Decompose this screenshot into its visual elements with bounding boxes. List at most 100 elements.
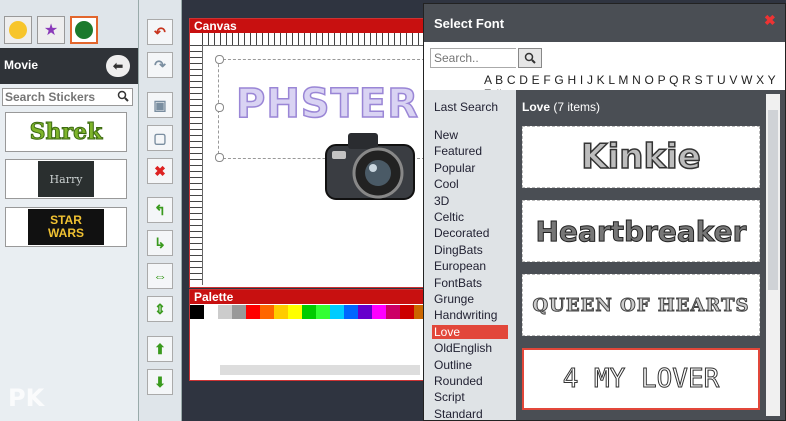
- font-search: [430, 48, 517, 68]
- resize-handle[interactable]: [215, 153, 224, 162]
- font-category-fontbats[interactable]: FontBats: [434, 276, 482, 290]
- sticker-shrek[interactable]: Shrek: [5, 112, 127, 152]
- color-swatch[interactable]: [344, 305, 358, 319]
- sticker-harry[interactable]: Harry: [5, 159, 127, 199]
- font-category-cool[interactable]: Cool: [434, 177, 459, 191]
- color-swatch[interactable]: [218, 305, 232, 319]
- last-search-link[interactable]: Last Search: [434, 100, 498, 114]
- font-category-european[interactable]: European: [434, 259, 486, 273]
- font-preview: 4 MY LOVER: [562, 364, 720, 395]
- close-icon[interactable]: ✖: [764, 12, 776, 29]
- font-category-grunge[interactable]: Grunge: [434, 292, 474, 306]
- rotate-left-button[interactable]: ↰: [147, 197, 173, 223]
- smiley-icon: [9, 21, 27, 39]
- color-swatch[interactable]: [288, 305, 302, 319]
- font-list-pane: Love (7 items) Kinkie Heartbreaker QUEEN…: [518, 90, 785, 420]
- font-category-dingbats[interactable]: DingBats: [434, 243, 483, 257]
- move-up-button[interactable]: ⬆: [147, 336, 173, 362]
- font-category-new[interactable]: New: [434, 128, 458, 142]
- canvas-title: Canvas: [194, 19, 237, 33]
- rotate-left-icon: ↰: [154, 201, 166, 218]
- color-swatch[interactable]: [190, 305, 204, 319]
- font-list-title: Love: [522, 100, 551, 114]
- font-card-queen-of-hearts[interactable]: QUEEN OF HEARTS: [522, 274, 760, 336]
- search-icon: [524, 52, 536, 64]
- font-preview: QUEEN OF HEARTS: [532, 294, 750, 316]
- color-swatch[interactable]: [386, 305, 400, 319]
- font-category-list: Last Search New Featured Popular Cool 3D Celt…: [424, 90, 516, 421]
- palette-window: Palette: [189, 289, 470, 381]
- font-card-kinkie[interactable]: Kinkie: [522, 126, 760, 188]
- delete-button[interactable]: ✖: [147, 158, 173, 184]
- font-search-button[interactable]: [518, 48, 542, 68]
- font-category-standard[interactable]: Standard: [434, 407, 483, 421]
- redo-button[interactable]: ↷: [147, 52, 173, 78]
- resize-handle[interactable]: [215, 103, 224, 112]
- color-swatch[interactable]: [316, 305, 330, 319]
- font-category-decorated[interactable]: Decorated: [434, 226, 489, 240]
- tab-star[interactable]: ★: [37, 16, 65, 44]
- horizontal-ruler: [202, 33, 428, 46]
- flip-horizontal-button[interactable]: ⇔: [147, 263, 173, 289]
- undo-icon: ↶: [154, 23, 166, 40]
- rotate-right-icon: ↳: [154, 234, 166, 251]
- back-button[interactable]: ⬅: [106, 55, 130, 77]
- color-swatch[interactable]: [246, 305, 260, 319]
- font-card-4-my-lover[interactable]: 4 MY LOVER: [522, 348, 760, 410]
- font-category-popular[interactable]: Popular: [434, 161, 475, 175]
- undo-button[interactable]: ↶: [147, 19, 173, 45]
- tab-logo[interactable]: [70, 16, 98, 44]
- category-title: Movie: [4, 58, 39, 72]
- logo-icon: [75, 21, 93, 39]
- color-swatch[interactable]: [274, 305, 288, 319]
- search-icon[interactable]: [117, 90, 129, 105]
- layer-down-icon: ▢: [153, 129, 167, 146]
- color-swatches: [190, 305, 470, 319]
- color-swatch[interactable]: [372, 305, 386, 319]
- star-icon: ★: [43, 22, 59, 39]
- font-category-rounded[interactable]: Rounded: [434, 374, 483, 388]
- font-category-celtic[interactable]: Celtic: [434, 210, 464, 224]
- sticker-label: Shrek: [29, 119, 103, 146]
- delete-icon: ✖: [154, 162, 166, 179]
- sticker-search: [2, 88, 133, 106]
- color-swatch[interactable]: [260, 305, 274, 319]
- send-back-button[interactable]: ▢: [147, 125, 173, 151]
- sticker-starwars[interactable]: STAR WARS: [5, 207, 127, 247]
- overlay-caption: 字體: [335, 213, 413, 259]
- font-dialog: Select Font ✖ A B C D E F G H I J K L M …: [423, 3, 786, 421]
- color-swatch[interactable]: [204, 305, 218, 319]
- font-card-heartbreaker[interactable]: Heartbreaker: [522, 200, 760, 262]
- resize-handle[interactable]: [215, 55, 224, 64]
- arrow-down-icon: ⬇: [154, 373, 166, 390]
- palette-scrollbar[interactable]: [220, 365, 420, 375]
- color-swatch[interactable]: [400, 305, 414, 319]
- move-down-button[interactable]: ⬇: [147, 369, 173, 395]
- font-search-row: A B C D E F G H I J K L M N O P Q R S T …: [424, 42, 785, 101]
- arrow-up-icon: ⬆: [154, 340, 166, 357]
- font-category-outline[interactable]: Outline: [434, 358, 472, 372]
- font-category-oldenglish[interactable]: OldEnglish: [434, 341, 492, 355]
- font-category-love[interactable]: Love: [432, 324, 508, 339]
- font-category-handwriting[interactable]: Handwriting: [434, 308, 497, 322]
- sticker-search-input[interactable]: [3, 89, 119, 105]
- font-category-3d[interactable]: 3D: [434, 194, 449, 208]
- font-search-input[interactable]: [431, 49, 517, 67]
- scrollbar-thumb[interactable]: [768, 110, 778, 290]
- font-preview: Kinkie: [580, 136, 701, 178]
- flip-vertical-button[interactable]: ⇕: [147, 296, 173, 322]
- tab-emoji[interactable]: [4, 16, 32, 44]
- color-swatch[interactable]: [358, 305, 372, 319]
- rotate-right-button[interactable]: ↳: [147, 230, 173, 256]
- sticker-panel: ★ Movie ⬅ Shrek Harry STAR WARS: [0, 0, 139, 421]
- color-swatch[interactable]: [302, 305, 316, 319]
- color-swatch[interactable]: [330, 305, 344, 319]
- flip-horizontal-icon: ⇔: [153, 268, 167, 284]
- font-category-featured[interactable]: Featured: [434, 144, 482, 158]
- font-category-script[interactable]: Script: [434, 390, 465, 404]
- sticker-starwars-image: STAR WARS: [28, 209, 104, 245]
- color-swatch[interactable]: [232, 305, 246, 319]
- sticker-label: Harry: [49, 172, 83, 186]
- font-list-header: Love (7 items): [522, 100, 600, 114]
- bring-front-button[interactable]: ▣: [147, 92, 173, 118]
